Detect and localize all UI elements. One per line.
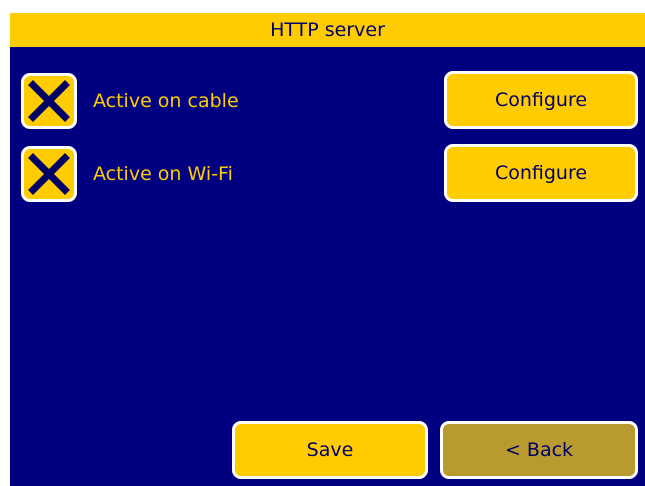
save-button[interactable]: Save <box>232 421 428 479</box>
active-on-cable-checkbox[interactable] <box>21 73 77 129</box>
row-active-on-cable: Active on cable Configure <box>10 71 645 131</box>
row-active-on-wifi: Active on Wi-Fi Configure <box>10 144 645 204</box>
http-server-screen: HTTP server Active on cable Configure Ac… <box>10 13 645 486</box>
configure-wifi-button[interactable]: Configure <box>444 144 638 202</box>
active-on-wifi-checkbox[interactable] <box>21 146 77 202</box>
active-on-wifi-label: Active on Wi-Fi <box>93 163 233 185</box>
x-mark-icon <box>28 80 70 122</box>
x-mark-icon <box>28 153 70 195</box>
back-button[interactable]: < Back <box>440 421 638 479</box>
active-on-cable-label: Active on cable <box>93 90 239 112</box>
page-title: HTTP server <box>10 13 645 47</box>
configure-cable-button[interactable]: Configure <box>444 71 638 129</box>
